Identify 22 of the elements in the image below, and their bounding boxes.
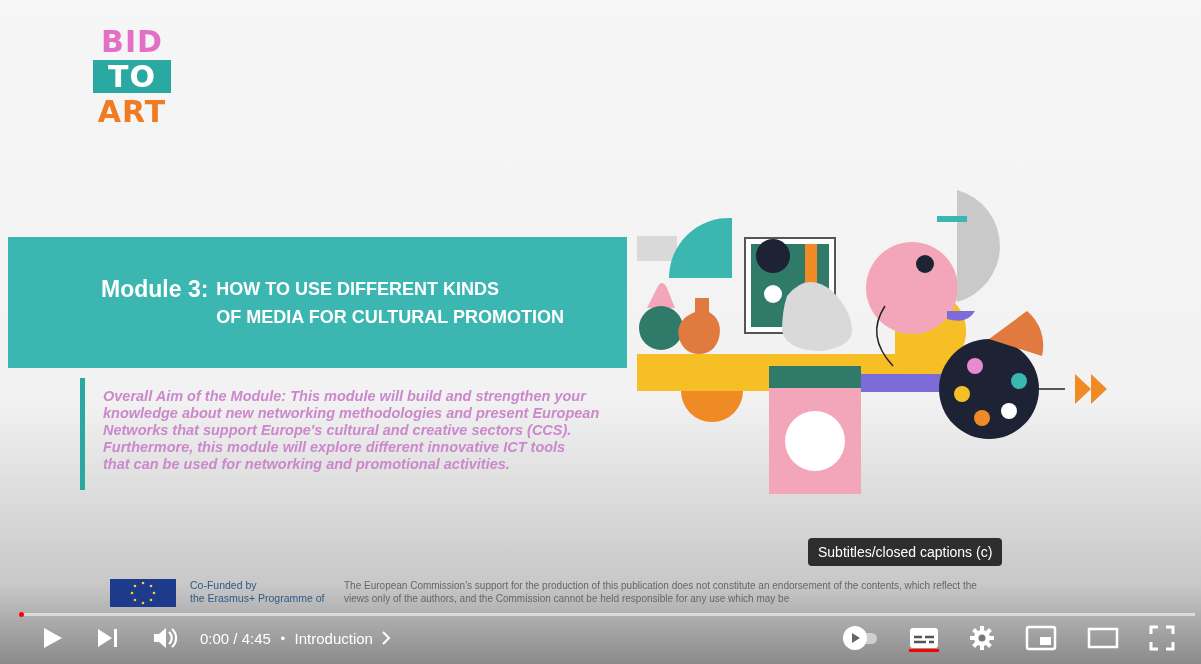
scrubber-handle[interactable] <box>19 612 24 617</box>
logo-text: BID <box>100 25 164 58</box>
module-label: Module 3: <box>101 274 209 303</box>
logo-text: TO <box>93 60 171 93</box>
chevron-icon <box>380 631 391 645</box>
time-display: 0:00 / 4:45 <box>200 629 271 647</box>
logo-text: ART <box>96 95 168 128</box>
tooltip: Subtitles/closed captions (c) <box>808 538 1003 566</box>
funder-text: Co-Funded by the Erasmus+ Programme of <box>190 579 326 605</box>
disclaimer-text: The European Commission's support for the production of this publication does not constitute an endorsement of the contents, which reflect the views only of the authors, and the Commission cannot be held responsible for any use which may be <box>344 579 977 605</box>
fullscreen-icon[interactable] <box>1149 625 1175 651</box>
settings-icon[interactable] <box>969 625 995 651</box>
flag-icon <box>110 579 176 607</box>
theater-mode-icon[interactable] <box>1087 627 1119 649</box>
volume-icon[interactable] <box>152 626 178 650</box>
chapter-button[interactable]: Introduction <box>294 629 391 647</box>
miniplayer-icon[interactable] <box>1025 625 1057 651</box>
module-aim-paragraph: Overall Aim of the Module: This module will build and strengthen your knowledge about new networking methodologies and present European Networks that support Europe's cultural and creative sectors (CCS). Furthermore, this module will explore different innovative ICT tools that can be used for networking and promotional activities. <box>103 388 600 474</box>
progress-track[interactable] <box>22 613 1195 616</box>
module-title: HOW TO USE DIFFERENT KINDS OF MEDIA FOR CULTURAL PROMOTION <box>216 277 564 329</box>
separator-dot: • <box>278 630 287 646</box>
next-icon[interactable] <box>96 626 120 650</box>
